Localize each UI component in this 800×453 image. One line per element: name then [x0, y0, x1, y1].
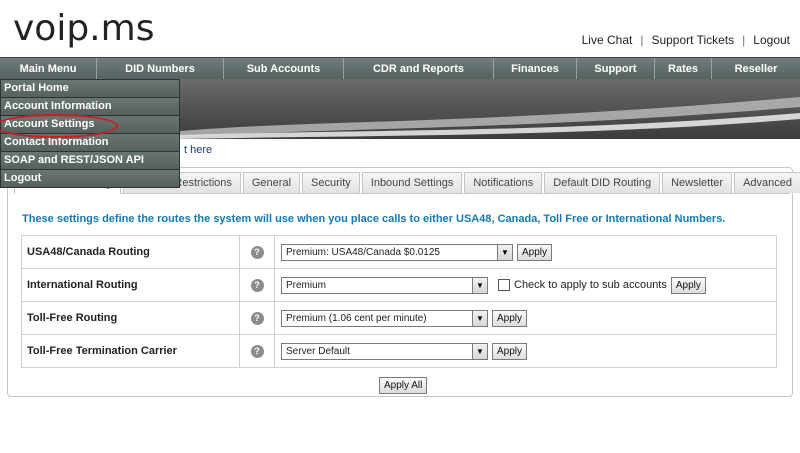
- select-value: Premium: USA48/Canada $0.0125: [286, 246, 440, 258]
- intro-text: These settings define the routes the sys…: [22, 213, 726, 225]
- header-banner: [180, 79, 800, 139]
- apply-button[interactable]: Apply: [492, 309, 528, 327]
- help-icon[interactable]: ?: [250, 278, 264, 292]
- help-icon[interactable]: ?: [250, 311, 264, 325]
- select-value: Premium: [286, 279, 327, 291]
- support-tickets-link[interactable]: Support Tickets: [651, 33, 734, 47]
- tab-inbound-settings[interactable]: Inbound Settings: [361, 172, 463, 193]
- usa48-routing-select[interactable]: Premium: USA48/Canada $0.0125 ▼: [281, 243, 513, 261]
- apply-button[interactable]: Apply: [517, 243, 553, 261]
- control-cell: Premium ▼ Check to apply to sub accounts Ap…: [274, 268, 777, 302]
- checkbox-label: Check to apply to sub accounts: [514, 279, 667, 291]
- routing-row-toll-free: Toll-Free Routing ? Premium (1.06 cent p…: [21, 301, 777, 335]
- control-cell: Premium: USA48/Canada $0.0125 ▼ Apply: [274, 235, 777, 269]
- live-chat-link[interactable]: Live Chat: [582, 33, 633, 47]
- nav-rates[interactable]: Rates: [655, 58, 712, 80]
- menu-item-account-settings[interactable]: Account Settings: [1, 116, 179, 134]
- control-cell: Premium (1.06 cent per minute) ▼ Apply: [274, 301, 777, 335]
- chevron-down-icon: ▼: [472, 277, 487, 293]
- help-cell: ?: [239, 334, 275, 368]
- routing-row-international: International Routing ? Premium ▼ Check to…: [21, 268, 777, 302]
- nav-reseller[interactable]: Reseller: [712, 58, 800, 80]
- sub-accounts-checkbox[interactable]: [498, 279, 510, 291]
- chevron-down-icon: ▼: [472, 343, 487, 359]
- toll-free-routing-select[interactable]: Premium (1.06 cent per minute) ▼: [281, 309, 488, 327]
- tab-newsletter[interactable]: Newsletter: [662, 172, 733, 193]
- apply-button[interactable]: Apply: [492, 342, 528, 360]
- help-cell: ?: [239, 235, 275, 269]
- menu-item-logout[interactable]: Logout: [1, 170, 179, 187]
- main-nav: Main Menu DID Numbers Sub Accounts CDR a…: [0, 57, 800, 81]
- apply-all-button[interactable]: Apply All: [379, 377, 428, 394]
- logout-link[interactable]: Logout: [753, 33, 790, 47]
- row-label: Toll-Free Termination Carrier: [21, 334, 240, 368]
- help-icon[interactable]: ?: [250, 245, 264, 259]
- nav-main-menu[interactable]: Main Menu: [0, 58, 97, 80]
- tab-advanced[interactable]: Advanced: [734, 172, 800, 193]
- apply-button[interactable]: Apply: [670, 276, 706, 294]
- termination-carrier-select[interactable]: Server Default ▼: [281, 342, 488, 360]
- menu-item-api[interactable]: SOAP and REST/JSON API: [1, 152, 179, 170]
- routing-row-toll-free-termination: Toll-Free Termination Carrier ? Server D…: [21, 334, 777, 368]
- menu-item-contact-information[interactable]: Contact Information: [1, 134, 179, 152]
- row-label: USA48/Canada Routing: [21, 235, 240, 269]
- control-cell: Server Default ▼ Apply: [274, 334, 777, 368]
- menu-item-account-information[interactable]: Account Information: [1, 98, 179, 116]
- banner-swoosh: [180, 97, 800, 139]
- separator: |: [742, 33, 746, 47]
- breadcrumb-link[interactable]: t here: [184, 144, 212, 156]
- logo-text: voip.ms: [13, 8, 154, 49]
- separator: |: [640, 33, 644, 47]
- tab-default-did-routing[interactable]: Default DID Routing: [544, 172, 661, 193]
- select-value: Server Default: [286, 345, 350, 357]
- main-menu-dropdown: Portal Home Account Information Account …: [0, 79, 180, 188]
- logo-graphic: voip.ms: [13, 8, 154, 49]
- international-routing-select[interactable]: Premium ▼: [281, 276, 488, 294]
- tab-general[interactable]: General: [242, 172, 301, 193]
- top-links: Live Chat | Support Tickets | Logout: [582, 33, 790, 47]
- select-value: Premium (1.06 cent per minute): [286, 312, 427, 324]
- nav-cdr-reports[interactable]: CDR and Reports: [344, 58, 494, 80]
- tab-security[interactable]: Security: [302, 172, 360, 193]
- nav-sub-accounts[interactable]: Sub Accounts: [224, 58, 344, 80]
- help-cell: ?: [239, 268, 275, 302]
- tab-notifications[interactable]: Notifications: [464, 172, 543, 193]
- menu-item-portal-home[interactable]: Portal Home: [1, 80, 179, 98]
- nav-did-numbers[interactable]: DID Numbers: [97, 58, 224, 80]
- nav-finances[interactable]: Finances: [494, 58, 577, 80]
- routing-row-usa48: USA48/Canada Routing ? Premium: USA48/Ca…: [21, 235, 777, 269]
- voipms-logo[interactable]: voip.ms: [13, 6, 183, 50]
- row-label: Toll-Free Routing: [21, 301, 240, 335]
- routing-table: USA48/Canada Routing ? Premium: USA48/Ca…: [21, 235, 777, 368]
- nav-support[interactable]: Support: [577, 58, 655, 80]
- help-icon[interactable]: ?: [250, 344, 264, 358]
- chevron-down-icon: ▼: [472, 310, 487, 326]
- row-label: International Routing: [21, 268, 240, 302]
- help-cell: ?: [239, 301, 275, 335]
- chevron-down-icon: ▼: [497, 244, 512, 260]
